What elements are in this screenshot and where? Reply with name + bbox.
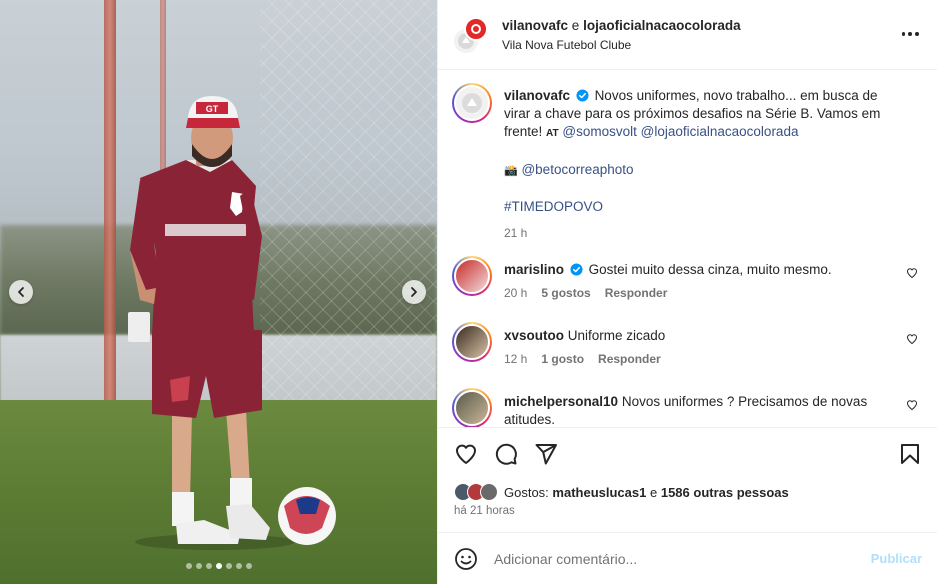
more-options-icon[interactable] (900, 26, 920, 42)
comment-item: michelpersonal10 Novos uniformes ? Preci… (452, 388, 932, 427)
carousel-dot (245, 563, 252, 569)
comment-meta: 12 h 1 gosto Responder (504, 352, 661, 366)
share-icon[interactable] (534, 442, 558, 466)
player-figure: GT (128, 96, 336, 550)
collab-avatars[interactable] (452, 17, 492, 57)
comment-input[interactable] (494, 547, 854, 571)
camera-emoji: 📸 (504, 165, 518, 177)
comment-username[interactable]: marislino (504, 262, 564, 277)
avatar[interactable] (452, 388, 492, 427)
post-details-panel: vilanovafc e lojaoficialnacaocolorada Vi… (437, 0, 937, 584)
comment-likes-count[interactable]: 1 gosto (541, 352, 584, 366)
comment-username[interactable]: michelpersonal10 (504, 394, 618, 409)
instagram-post-modal: GT vilanovafc e lojaoficialnacaocolorada… (0, 0, 937, 584)
carousel-dot (185, 563, 192, 569)
heart-icon[interactable] (906, 267, 918, 279)
post-photo[interactable]: GT (0, 0, 437, 584)
hashtag-line: #TIMEDOPOVO (504, 198, 904, 216)
coauthor-link[interactable]: lojaoficialnacaocolorada (583, 18, 741, 33)
comment-text-block: xvsoutoo Uniforme zicado (504, 327, 884, 345)
reply-button[interactable]: Responder (598, 352, 661, 366)
heart-icon[interactable] (454, 442, 478, 466)
chevron-left-icon (18, 287, 24, 297)
comment-text: Uniforme zicado (567, 328, 666, 343)
comment-text: Gostei muito dessa cinza, muito mesmo. (588, 262, 832, 277)
avatar[interactable] (452, 256, 492, 296)
post-authors: vilanovafc e lojaoficialnacaocolorada (502, 18, 741, 33)
carousel-next-button[interactable] (402, 280, 426, 304)
heart-icon[interactable] (906, 399, 918, 411)
author-link[interactable]: vilanovafc (502, 18, 568, 33)
avatar[interactable] (452, 322, 492, 362)
post-location[interactable]: Vila Nova Futebol Clube (502, 38, 631, 52)
at-label: AT (546, 128, 559, 139)
comment-text-block: michelpersonal10 Novos uniformes ? Preci… (504, 393, 884, 427)
carousel-prev-button[interactable] (9, 280, 33, 304)
authors-joiner: e (571, 18, 580, 33)
comment-item: marislino Gostei muito dessa cinza, muit… (452, 256, 932, 312)
comment-composer: Publicar (438, 532, 937, 584)
post-action-bar (438, 427, 937, 477)
publish-button[interactable]: Publicar (871, 551, 922, 566)
carousel-dot (195, 563, 202, 569)
mention-link[interactable]: @lojaoficialnacaocolorada (641, 124, 799, 139)
photo-credit-line: 📸 @betocorreaphoto (504, 161, 904, 180)
comment-meta: 20 h 5 gostos Responder (504, 286, 667, 300)
comment-username[interactable]: xvsoutoo (504, 328, 564, 343)
carousel-indicator (0, 563, 437, 569)
carousel-dot (215, 563, 222, 569)
likes-summary[interactable]: Gostos: matheuslucas1 e 1586 outras pess… (454, 481, 789, 503)
caption-username[interactable]: vilanovafc (504, 88, 570, 103)
liker-avatars (454, 483, 498, 501)
likes-prefix: Gostos: (504, 484, 549, 500)
comment-icon[interactable] (494, 442, 518, 466)
likes-others[interactable]: 1586 outras pessoas (661, 485, 789, 500)
avatar (480, 483, 498, 501)
likes-joiner: e (649, 484, 658, 500)
comment-time[interactable]: 12 h (504, 352, 527, 366)
reply-button[interactable]: Responder (605, 286, 668, 300)
mention-link[interactable]: @somosvolt (562, 124, 636, 139)
verified-icon (570, 263, 583, 276)
mention-link[interactable]: @betocorreaphoto (521, 162, 633, 177)
comment-item: xvsoutoo Uniforme zicado 12 h 1 gosto Re… (452, 322, 932, 378)
chevron-right-icon (411, 287, 417, 297)
caption-text-block: vilanovafc Novos uniformes, novo trabalh… (504, 87, 904, 242)
svg-text:GT: GT (206, 104, 219, 114)
avatar[interactable] (452, 83, 492, 123)
comments-scroll-area[interactable]: vilanovafc Novos uniformes, novo trabalh… (438, 71, 937, 427)
hashtag-link[interactable]: #TIMEDOPOVO (504, 199, 603, 214)
avatar (464, 17, 488, 41)
carousel-dot (225, 563, 232, 569)
comment-likes-count[interactable]: 5 gostos (541, 286, 590, 300)
caption-time[interactable]: 21 h (504, 224, 904, 242)
carousel-dot (205, 563, 212, 569)
comment-text-block: marislino Gostei muito dessa cinza, muit… (504, 261, 884, 279)
post-timestamp[interactable]: há 21 horas (454, 505, 515, 517)
heart-icon[interactable] (906, 333, 918, 345)
verified-icon (576, 89, 589, 102)
liker-username[interactable]: matheuslucas1 (552, 485, 646, 500)
bookmark-icon[interactable] (898, 442, 922, 466)
comment-time[interactable]: 20 h (504, 286, 527, 300)
carousel-dot (235, 563, 242, 569)
emoji-icon[interactable] (454, 547, 478, 571)
post-header: vilanovafc e lojaoficialnacaocolorada Vi… (438, 0, 937, 70)
